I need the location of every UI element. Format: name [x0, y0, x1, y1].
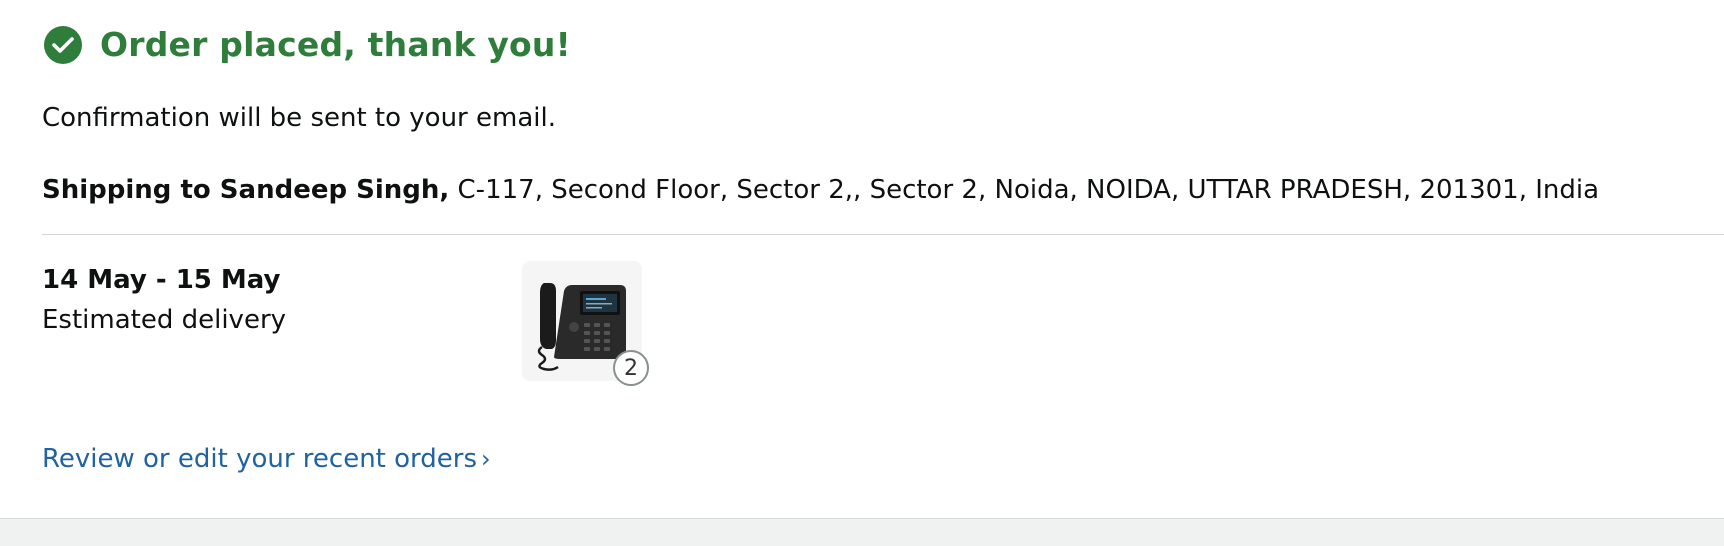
check-circle-icon — [44, 26, 82, 64]
shipping-address: Shipping to Sandeep Singh, C-117, Second… — [42, 173, 1599, 207]
shipping-address-text: C-117, Second Floor, Sector 2,, Sector 2… — [457, 175, 1600, 205]
review-recent-orders-link[interactable]: Review or edit your recent orders › — [42, 442, 491, 476]
estimated-delivery-label: Estimated delivery — [42, 305, 287, 335]
quantity-badge: 2 — [613, 350, 649, 386]
review-recent-orders-label: Review or edit your recent orders — [42, 444, 478, 474]
success-header: Order placed, thank you! — [44, 25, 571, 65]
page-footer-background — [0, 519, 1724, 546]
delivery-date-range: 14 May - 15 May — [42, 265, 281, 295]
order-placed-title: Order placed, thank you! — [100, 25, 571, 64]
order-confirmation-panel: Order placed, thank you! Confirmation wi… — [0, 0, 1724, 519]
section-divider — [42, 234, 1724, 235]
confirmation-email-message: Confirmation will be sent to your email. — [42, 103, 556, 133]
chevron-right-icon: › — [481, 445, 491, 473]
shipping-recipient: Shipping to Sandeep Singh, — [42, 175, 450, 205]
